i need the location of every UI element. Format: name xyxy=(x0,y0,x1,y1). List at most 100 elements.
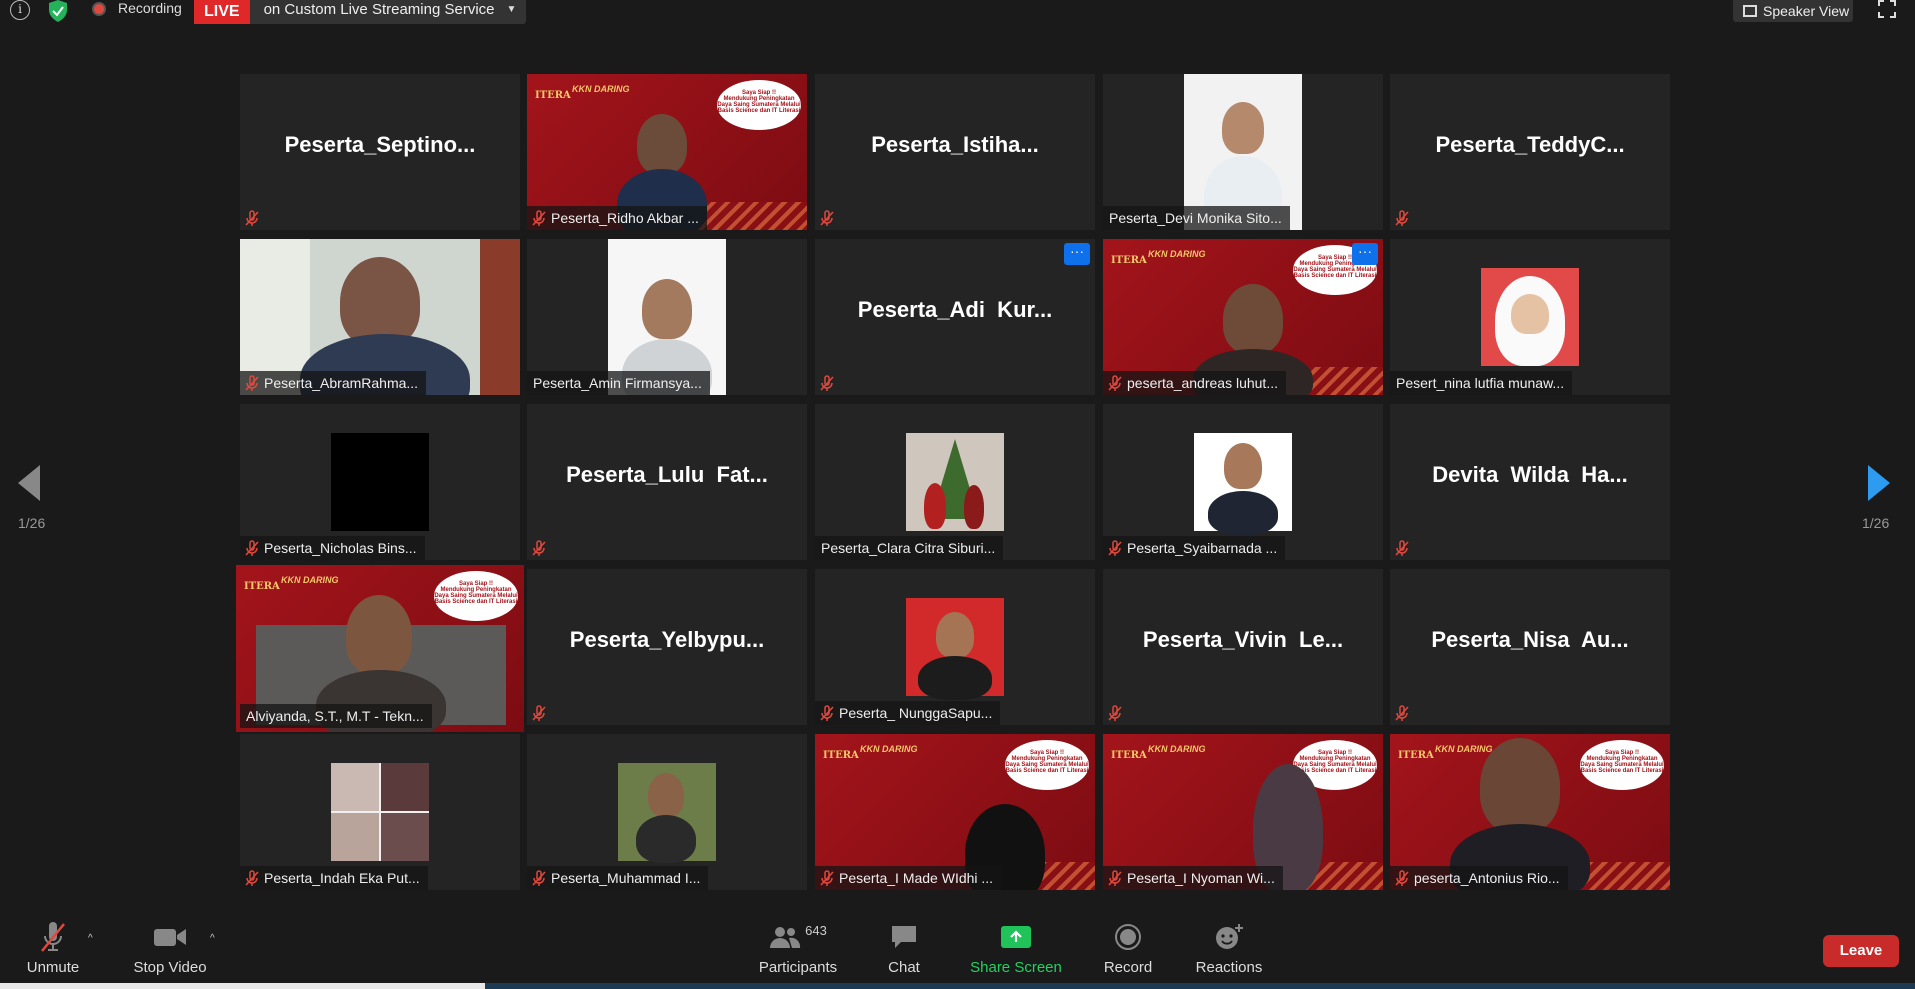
next-page-arrow-icon[interactable] xyxy=(1868,465,1890,501)
participant-face xyxy=(1223,284,1283,354)
participant-photo xyxy=(1194,433,1292,535)
participant-name-label: Peserta_Ridho Akbar ... xyxy=(527,206,707,230)
more-options-button[interactable]: ··· xyxy=(1064,243,1090,265)
muted-mic-icon xyxy=(532,540,546,556)
recording-label[interactable]: Recording xyxy=(118,0,182,16)
participant-tile[interactable]: Peserta_Yelbypu... xyxy=(527,569,807,725)
muted-mic-icon xyxy=(532,870,546,886)
participants-button[interactable]: 643 Participants xyxy=(755,915,841,977)
participant-name-label: peserta_Antonius Rio... xyxy=(1390,866,1568,890)
participant-name-display: Peserta_Istiha... xyxy=(871,132,1039,157)
bubble-text: Mendukung Peningkatan Daya Saing Sumater… xyxy=(717,96,801,114)
participant-photo xyxy=(331,433,429,531)
share-screen-icon xyxy=(1001,926,1031,948)
photo-collage xyxy=(381,813,429,861)
fullscreen-icon[interactable] xyxy=(1878,0,1896,18)
participant-name: Alviyanda, S.T., M.T - Tekn... xyxy=(246,708,424,724)
previous-page-arrow-icon[interactable] xyxy=(18,465,40,501)
video-background xyxy=(480,239,520,395)
stop-video-label: Stop Video xyxy=(133,959,207,976)
record-button[interactable]: Record xyxy=(1098,915,1158,976)
participant-name-display: Peserta_Septino... xyxy=(284,132,476,157)
audio-options-chevron-icon[interactable]: ^ xyxy=(88,933,93,944)
participant-body xyxy=(636,815,696,863)
participant-name: Peserta_Nicholas Bins... xyxy=(264,540,417,556)
participant-tile[interactable]: Pesert_nina lutfia munaw... xyxy=(1390,239,1670,395)
participant-tile[interactable]: ITERA KKN DARING Saya Siap !! Mendukung P… xyxy=(1390,734,1670,890)
live-stream-dropdown[interactable]: LIVE on Custom Live Streaming Service ▼ xyxy=(194,0,527,24)
participant-face xyxy=(936,612,974,658)
reactions-button[interactable]: Reactions xyxy=(1194,915,1264,976)
kkn-daring-logo: KKN DARING xyxy=(281,575,339,585)
itera-logo: ITERA xyxy=(1398,750,1434,761)
share-screen-label: Share Screen xyxy=(970,959,1062,976)
participant-name: Peserta_Amin Firmansya... xyxy=(533,375,702,391)
stop-video-button[interactable]: Stop Video xyxy=(128,915,212,976)
muted-mic-icon xyxy=(820,210,834,226)
record-icon xyxy=(1115,924,1141,950)
participant-tile[interactable]: ITERA KKN DARING Saya Siap !! Mendukung P… xyxy=(815,734,1095,890)
more-options-button[interactable]: ··· xyxy=(1352,243,1378,265)
unmute-button[interactable]: Unmute xyxy=(18,915,88,976)
participant-name-label: Alviyanda, S.T., M.T - Tekn... xyxy=(240,704,432,728)
recording-dot-icon xyxy=(92,2,106,16)
participant-tile[interactable]: Peserta_Muhammad I... xyxy=(527,734,807,890)
meeting-info-icon[interactable]: i xyxy=(10,0,30,20)
participant-tile[interactable]: Peserta_Septino... xyxy=(240,74,520,230)
participant-tile[interactable]: Peserta_ NunggaSapu... xyxy=(815,569,1095,725)
muted-mic-icon xyxy=(1395,705,1409,721)
muted-mic-icon xyxy=(41,922,65,952)
chat-label: Chat xyxy=(888,959,920,976)
participant-tile[interactable]: Peserta_Syaibarnada ... xyxy=(1103,404,1383,560)
participant-tile[interactable]: Peserta_Devi Monika Sito... xyxy=(1103,74,1383,230)
live-badge: LIVE xyxy=(194,0,250,24)
participant-name: Peserta_Syaibarnada ... xyxy=(1127,540,1278,556)
speaker-view-button[interactable]: Speaker View xyxy=(1733,0,1853,22)
participant-face xyxy=(1511,294,1549,334)
participant-tile[interactable]: Peserta_Amin Firmansya... xyxy=(527,239,807,395)
chat-button[interactable]: Chat xyxy=(874,915,934,976)
speech-bubble: Saya Siap !! Mendukung Peningkatan Daya S… xyxy=(1580,740,1664,790)
participant-name-label: Peserta_Clara Citra Siburi... xyxy=(815,536,1004,560)
video-options-chevron-icon[interactable]: ^ xyxy=(210,933,215,944)
participant-tile[interactable]: ITERA KKN DARING Saya Siap !! Mendukung P… xyxy=(1103,734,1383,890)
participant-name-display: Peserta_Adi Kur... xyxy=(857,297,1053,322)
speech-bubble: Saya Siap !! Mendukung Peningkatan Daya S… xyxy=(1005,740,1089,790)
active-speaker-tile[interactable]: ITERA KKN DARING Saya Siap !! Mendukung P… xyxy=(236,565,524,732)
participant-name-label: Pesert_nina lutfia munaw... xyxy=(1390,371,1573,395)
encryption-shield-icon[interactable] xyxy=(48,0,68,22)
muted-mic-icon xyxy=(1395,540,1409,556)
participant-name-label: Peserta_Syaibarnada ... xyxy=(1103,536,1286,560)
participant-name-label: Peserta_I Nyoman Wi... xyxy=(1103,866,1283,890)
participant-name: Peserta_ NunggaSapu... xyxy=(839,705,993,721)
participant-tile[interactable]: Peserta_TeddyC... xyxy=(1390,74,1670,230)
kkn-daring-logo: KKN DARING xyxy=(1148,249,1206,259)
leave-meeting-button[interactable]: Leave xyxy=(1823,935,1899,967)
muted-mic-icon xyxy=(820,870,834,886)
participant-tile[interactable]: ITERA KKN DARING Saya Siap !! Mendukung P… xyxy=(527,74,807,230)
participant-name: Peserta_I Nyoman Wi... xyxy=(1127,870,1275,886)
participant-tile[interactable]: Peserta_Istiha... xyxy=(815,74,1095,230)
participant-tile[interactable]: Peserta_Clara Citra Siburi... xyxy=(815,404,1095,560)
participant-tile[interactable]: ITERA KKN DARING Saya Siap !! Mendukung P… xyxy=(1103,239,1383,395)
kkn-daring-logo: KKN DARING xyxy=(1148,744,1206,754)
participant-tile[interactable]: Peserta_Nisa Au... xyxy=(1390,569,1670,725)
muted-mic-icon xyxy=(245,375,259,391)
participant-tile[interactable]: Peserta_Adi Kur... ··· xyxy=(815,239,1095,395)
participants-icon xyxy=(770,927,801,948)
itera-logo: ITERA xyxy=(1111,750,1147,761)
participant-name: Peserta_AbramRahma... xyxy=(264,375,419,391)
participant-name-display: Peserta_Vivin Le... xyxy=(1142,627,1344,652)
participant-tile[interactable]: Peserta_Nicholas Bins... xyxy=(240,404,520,560)
participant-tile[interactable]: Peserta_AbramRahma... xyxy=(240,239,520,395)
participant-tile[interactable]: Peserta_Indah Eka Put... xyxy=(240,734,520,890)
share-screen-button[interactable]: Share Screen xyxy=(966,915,1066,976)
participant-tile[interactable]: Devita Wilda Ha... xyxy=(1390,404,1670,560)
muted-mic-icon xyxy=(245,870,259,886)
participant-tile[interactable]: Peserta_Vivin Le... xyxy=(1103,569,1383,725)
participant-name-label: Peserta_Nicholas Bins... xyxy=(240,536,425,560)
participant-name: peserta_Antonius Rio... xyxy=(1414,870,1560,886)
muted-mic-icon xyxy=(820,375,834,391)
participant-tile[interactable]: Peserta_Lulu Fat... xyxy=(527,404,807,560)
participant-photo xyxy=(1481,268,1579,366)
